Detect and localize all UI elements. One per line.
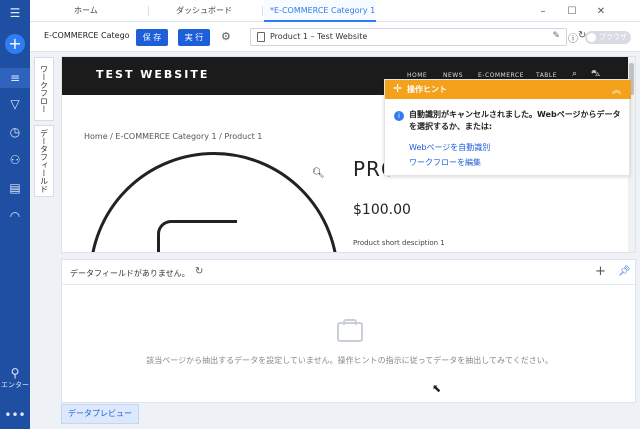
url-field[interactable]: Product 1 – Test Website ✎: [250, 28, 567, 46]
operation-hint-panel: ✛ 操作ヒント ︽ i 自動識別がキャンセルされました。Webページからデータを…: [384, 79, 631, 176]
move-icon[interactable]: ✛: [393, 82, 402, 95]
run-button[interactable]: 実 行: [178, 29, 210, 46]
more-icon[interactable]: •••: [0, 404, 30, 426]
save-button[interactable]: 保 存: [136, 29, 168, 46]
browser-mode-toggle[interactable]: ブラウザ: [585, 31, 631, 44]
edit-workflow-link[interactable]: ワークフローを編集: [409, 157, 481, 168]
tab-task-active[interactable]: *E-COMMERCE Category 1 -: [264, 0, 376, 22]
nav-link-ecommerce[interactable]: E-COMMERCE: [478, 72, 524, 79]
close-button[interactable]: ✕: [594, 4, 608, 18]
product-short-description[interactable]: Product short desciption 1: [353, 239, 445, 247]
edit-url-icon[interactable]: ✎: [552, 31, 560, 41]
support-icon[interactable]: ◠: [0, 205, 30, 227]
auto-detect-link[interactable]: Webページを自動識別: [409, 142, 490, 153]
data-field-panel: データフィールドがありません。 ↻ + 📌︎ 該当ページから抽出するデータを設定…: [61, 259, 637, 403]
inbox-lid: [343, 319, 357, 325]
refresh-fields-icon[interactable]: ↻: [195, 266, 203, 277]
mouse-cursor-icon: ⬉: [432, 382, 442, 395]
tab-bar: ホーム ダッシュボード *E-COMMERCE Category 1 - – ☐…: [30, 0, 640, 22]
pin-icon[interactable]: 📌︎: [618, 266, 631, 277]
tab-separator: [148, 6, 149, 16]
document-icon: [257, 32, 265, 42]
task-list-icon[interactable]: ≡: [0, 67, 30, 89]
empty-message: 該当ページから抽出するデータを設定していません。操作ヒントの指示に従ってデータを…: [146, 356, 553, 365]
tab-dashboard[interactable]: ダッシュボード: [170, 0, 260, 22]
tab-data-field[interactable]: データフィールド: [34, 125, 54, 197]
nav-link-table[interactable]: TABLE: [536, 72, 557, 79]
toggle-knob: [587, 33, 596, 42]
hint-header: ✛ 操作ヒント ︽: [385, 80, 631, 99]
toggle-label: ブラウザ: [599, 33, 627, 41]
site-title[interactable]: TEST WEBSITE: [96, 68, 209, 81]
nav-link-news[interactable]: NEWS: [443, 72, 463, 79]
zoom-icon[interactable]: 🔍︎: [312, 168, 325, 179]
template-icon[interactable]: ▤: [0, 177, 30, 199]
url-text: Product 1 – Test Website: [270, 32, 368, 41]
schedule-icon[interactable]: ◷: [0, 121, 30, 143]
menu-icon[interactable]: ☰: [0, 2, 30, 24]
new-task-button[interactable]: +: [5, 34, 25, 54]
site-search-icon[interactable]: ⌕: [572, 69, 578, 79]
task-toolbar: E-COMMERCE Category 保 存 実 行 ⚙ Product 1 …: [30, 22, 640, 52]
tab-home[interactable]: ホーム: [68, 0, 138, 22]
data-field-title: データフィールドがありません。: [70, 269, 190, 278]
tab-separator: [262, 6, 263, 16]
product-price[interactable]: $100.00: [353, 202, 411, 218]
empty-inbox-icon: [337, 319, 363, 342]
task-name[interactable]: E-COMMERCE Category: [44, 31, 129, 40]
add-field-icon[interactable]: +: [595, 264, 606, 279]
breadcrumb[interactable]: Home / E-COMMERCE Category 1 / Product 1: [84, 132, 262, 141]
data-preview-tab[interactable]: データプレビュー: [61, 404, 139, 424]
user-label[interactable]: エンター: [0, 380, 30, 390]
minimize-button[interactable]: –: [536, 4, 550, 18]
help-icon[interactable]: ⓘ: [568, 30, 578, 45]
people-icon[interactable]: ⚇: [0, 149, 30, 171]
maximize-button[interactable]: ☐: [565, 4, 579, 18]
product-image[interactable]: [89, 152, 339, 252]
left-rail: ☰ + ≡ ▽ ◷ ⚇ ▤ ◠ ⚲ エンター •••: [0, 0, 30, 429]
app-window: ☰ + ≡ ▽ ◷ ⚇ ▤ ◠ ⚲ エンター ••• ホーム ダッシュボード *…: [0, 0, 640, 429]
hint-message: 自動識別がキャンセルされました。Webページからデータを選択するか、または:: [409, 110, 621, 131]
tab-workflow[interactable]: ワークフロー: [34, 57, 54, 121]
collapse-icon[interactable]: ︽: [612, 83, 621, 96]
data-field-header: データフィールドがありません。 ↻ + 📌︎: [62, 260, 637, 285]
side-tabs: ワークフロー データフィールド: [34, 57, 54, 197]
nav-link-home[interactable]: HOME: [407, 72, 427, 79]
hint-title: 操作ヒント: [407, 85, 447, 94]
filter-icon[interactable]: ▽: [0, 93, 30, 115]
product-logo-shape: [157, 220, 237, 252]
gear-icon[interactable]: ⚙: [221, 30, 231, 43]
info-icon: i: [394, 111, 404, 121]
